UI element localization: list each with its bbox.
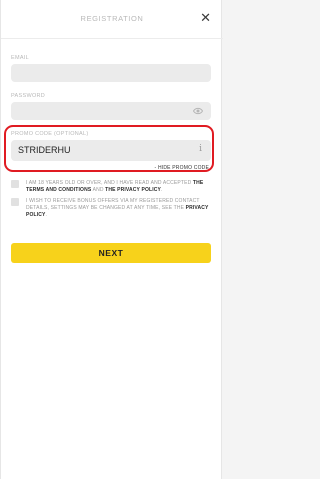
promo-code-value: STRIDERHU (18, 145, 71, 155)
privacy-link[interactable]: THE PRIVACY POLICY (105, 187, 161, 193)
hide-promo-link[interactable]: - HIDE PROMO CODE (154, 165, 209, 171)
offers-checkbox[interactable] (11, 198, 19, 206)
next-button[interactable]: NEXT (11, 243, 211, 263)
email-field[interactable] (11, 64, 211, 82)
email-label: EMAIL (11, 55, 30, 61)
close-icon[interactable]: ✕ (200, 10, 211, 26)
offers-consent-text: I WISH TO RECEIVE BONUS OFFERS VIA MY RE… (26, 198, 209, 218)
registration-panel: REGISTRATION ✕ EMAIL PASSWORD PROMO CODE… (0, 0, 223, 479)
age-checkbox[interactable] (11, 180, 19, 188)
password-label: PASSWORD (11, 93, 46, 99)
header: REGISTRATION ✕ (1, 0, 223, 39)
eye-icon[interactable] (193, 107, 203, 115)
password-field[interactable] (11, 102, 211, 120)
promo-label: PROMO CODE (OPTIONAL) (11, 131, 89, 137)
page-title: REGISTRATION (80, 14, 144, 23)
promo-code-field[interactable]: STRIDERHU i (11, 140, 211, 161)
info-icon[interactable]: i (199, 144, 202, 154)
age-consent-text: I AM 18 YEARS OLD OR OVER, AND I HAVE RE… (26, 180, 204, 193)
